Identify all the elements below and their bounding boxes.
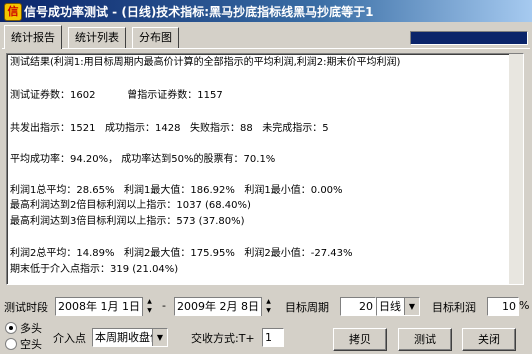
end-date-spinner[interactable]: ▲ ▼ xyxy=(261,297,275,316)
percent-label: % xyxy=(519,299,530,312)
report-line: 测试证券数：1602 曾指示证券数：1157 xyxy=(10,90,223,101)
start-date-spinner[interactable]: ▲ ▼ xyxy=(142,297,156,316)
copy-button[interactable]: 拷贝 xyxy=(333,328,387,351)
report-line: 利润1总平均：28.65% 利润1最大值：186.92% 利润1最小值：0.00… xyxy=(10,185,343,196)
progress-bar xyxy=(410,31,528,45)
report-line: 最高利润达到3倍目标利润以上指示：573 (37.80%) xyxy=(10,216,245,227)
trade-mode-input[interactable]: 1 xyxy=(262,328,284,347)
report-line: 利润2总平均：14.89% 利润2最大值：175.95% 利润2最小值：-27.… xyxy=(10,248,353,259)
long-radio[interactable] xyxy=(5,322,17,334)
target-period-label: 目标周期 xyxy=(285,301,329,314)
entry-point-select[interactable]: 本周期收盘价 ▼ xyxy=(92,328,168,347)
title-bar[interactable]: 信 信号成功率测试 - (日线)技术指标:黑马抄底指标线黑马抄底等于1 xyxy=(0,0,532,22)
app-icon: 信 xyxy=(4,3,22,21)
tab-list[interactable]: 统计列表 xyxy=(68,27,126,48)
start-date-field[interactable]: 2008年 1月 1日 xyxy=(55,297,145,316)
entry-label: 介入点 xyxy=(53,332,86,345)
report-line: 期末低于介入点指示：319 (21.04%) xyxy=(10,264,179,275)
report-line: 测试结果(利润1:用目标周期内最高价计算的全部指示的平均利润,利润2:期末价平均… xyxy=(10,57,401,68)
tab-divider xyxy=(2,48,530,49)
tab-distribution[interactable]: 分布图 xyxy=(132,27,179,48)
chevron-down-icon[interactable]: ▼ xyxy=(404,298,419,315)
date-dash: - xyxy=(162,299,166,312)
scrollbar[interactable] xyxy=(509,54,523,284)
long-label: 多头 xyxy=(20,322,42,335)
test-button[interactable]: 测试 xyxy=(398,328,452,351)
end-date-field[interactable]: 2009年 2月 8日 xyxy=(174,297,264,316)
window-title: 信号成功率测试 - (日线)技术指标:黑马抄底指标线黑马抄底等于1 xyxy=(24,5,374,19)
report-line: 平均成功率：94.20%， 成功率达到50%的股票有：70.1% xyxy=(10,154,276,165)
target-profit-input[interactable]: 10 xyxy=(487,297,519,316)
close-button[interactable]: 关闭 xyxy=(462,328,516,351)
trade-mode-label: 交收方式:T+ xyxy=(191,332,255,345)
entry-point-value: 本周期收盘价 xyxy=(95,331,161,344)
target-profit-label: 目标利润 xyxy=(432,301,476,314)
report-line: 共发出指示：1521 成功指示：1428 失败指示：88 未完成指示：5 xyxy=(10,123,329,134)
report-text-area[interactable]: 测试结果(利润1:用目标周期内最高价计算的全部指示的平均利润,利润2:期末价平均… xyxy=(6,53,524,285)
short-radio[interactable] xyxy=(5,338,17,350)
chevron-down-icon[interactable]: ▼ xyxy=(152,329,167,346)
period-unit-value: 日线 xyxy=(379,300,401,313)
period-unit-select[interactable]: 日线 ▼ xyxy=(376,297,420,316)
progress-fill xyxy=(411,32,527,44)
target-period-input[interactable]: 20 xyxy=(340,297,376,316)
report-line: 最高利润达到2倍目标利润以上指示：1037 (68.40%) xyxy=(10,200,251,211)
tab-report[interactable]: 统计报告 xyxy=(4,25,62,49)
short-label: 空头 xyxy=(20,338,42,351)
period-label: 测试时段 xyxy=(4,301,48,314)
